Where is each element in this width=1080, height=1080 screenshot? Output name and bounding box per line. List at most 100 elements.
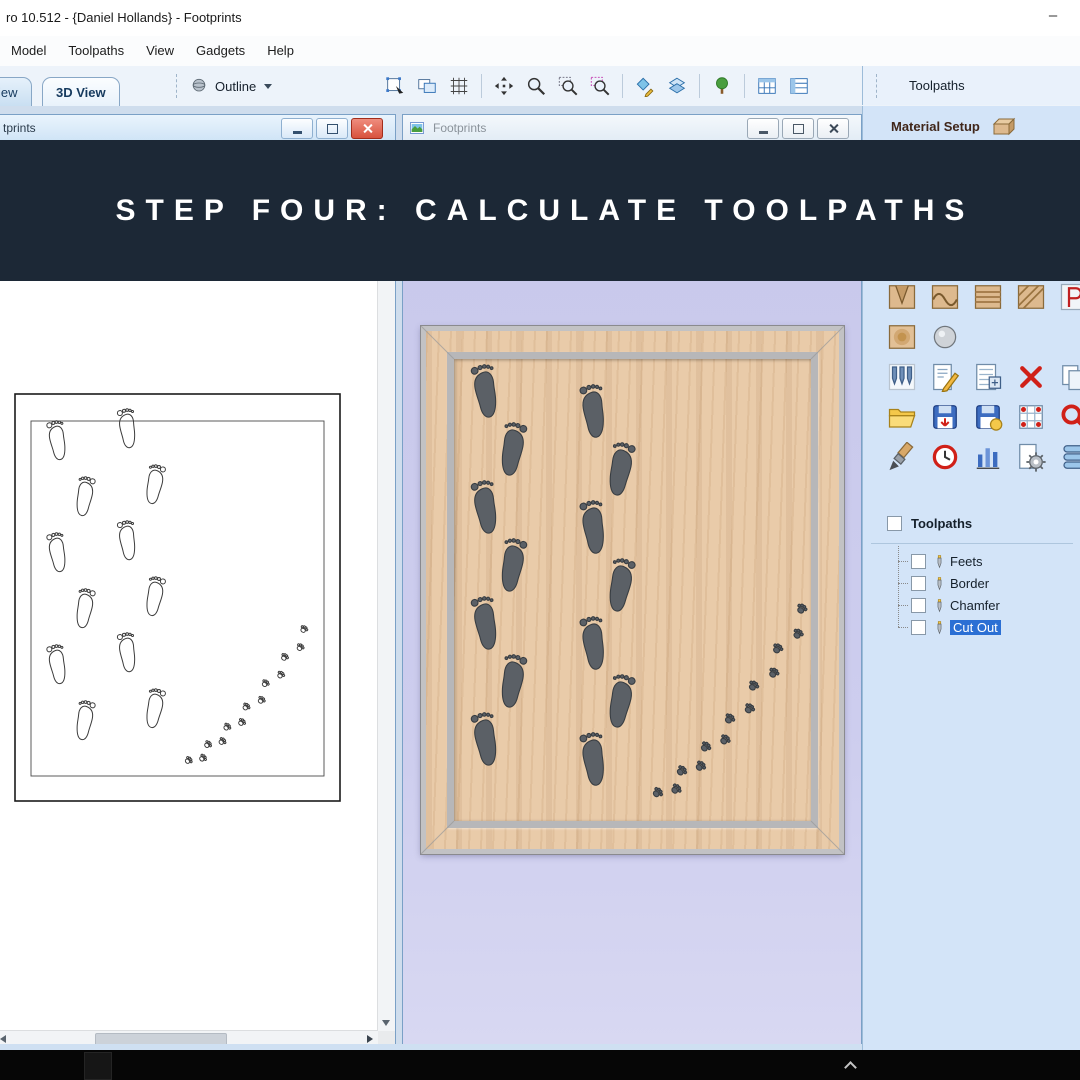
- material-setup-diamond-icon[interactable]: [632, 73, 658, 99]
- toolpath-item-chamfer[interactable]: Chamfer: [898, 594, 1001, 616]
- vcarve-toolpath-icon[interactable]: [887, 282, 917, 312]
- 2d-window-titlebar[interactable]: tprints: [0, 115, 395, 142]
- toolpaths-tree-title: Toolpaths: [911, 516, 973, 531]
- scroll-right-icon[interactable]: [367, 1035, 373, 1043]
- toolpaths-tree-header: Toolpaths: [887, 516, 972, 531]
- toolbar-separator: [622, 74, 623, 98]
- carved-wood-panel: [420, 325, 845, 855]
- preview-tree-icon[interactable]: [709, 73, 735, 99]
- 3d-window-maximize-button[interactable]: [782, 118, 814, 139]
- preview-brush-icon[interactable]: [887, 441, 917, 472]
- snap-grid-icon[interactable]: [446, 73, 472, 99]
- 3d-window-close-button[interactable]: [817, 118, 849, 139]
- toolpath-item-label: Cut Out: [950, 619, 1001, 635]
- pan-view-icon[interactable]: [491, 73, 517, 99]
- toolpaths-panel-title: Toolpaths: [909, 78, 965, 93]
- taskbar-chevron-icon[interactable]: [844, 1061, 857, 1074]
- toolpath-item-label: Feets: [950, 553, 983, 569]
- window-minimize-button[interactable]: –: [1040, 2, 1066, 28]
- 2d-window-minimize-button[interactable]: [281, 118, 313, 139]
- prism-toolpath-icon[interactable]: [930, 282, 960, 312]
- toolpath-summary-icon[interactable]: [973, 362, 1003, 392]
- menu-view[interactable]: View: [135, 36, 185, 66]
- 3d-window-titlebar[interactable]: Footprints: [403, 115, 861, 142]
- toolpaths-panel-header: Toolpaths: [862, 66, 1080, 105]
- preview-bars-icon[interactable]: [973, 442, 1003, 472]
- menu-model[interactable]: Model: [0, 36, 57, 66]
- estimate-time-icon[interactable]: [930, 442, 960, 472]
- dome-toolpath-icon[interactable]: [887, 322, 917, 352]
- tree-connector: [898, 604, 908, 606]
- drill-bit-icon: [932, 575, 947, 592]
- delete-toolpath-icon[interactable]: [1016, 362, 1046, 392]
- menubar: Model Toolpaths View Gadgets Help: [0, 36, 1080, 66]
- material-block-icon: [992, 117, 1016, 136]
- 3d-window-minimize-button[interactable]: [747, 118, 779, 139]
- save-toolpath-icon[interactable]: [930, 402, 960, 432]
- ball-toolpath-icon[interactable]: [930, 322, 960, 352]
- toolpath-template-icon[interactable]: [1016, 442, 1046, 472]
- tab-2d-view-label: iew: [0, 84, 18, 100]
- toolpath-item-cut-out[interactable]: Cut Out: [898, 616, 1001, 638]
- window-title: ro 10.512 - {Daniel Hollands} - Footprin…: [6, 10, 242, 25]
- tree-connector: [898, 626, 908, 628]
- taskbar-app-icon[interactable]: [84, 1052, 112, 1080]
- texture-toolpath-icon[interactable]: [1016, 282, 1046, 312]
- menu-gadgets[interactable]: Gadgets: [185, 36, 256, 66]
- chevron-down-icon: [264, 83, 273, 89]
- toolpath-item-label: Chamfer: [950, 597, 1000, 613]
- menu-toolpaths[interactable]: Toolpaths: [57, 36, 135, 66]
- 2d-window-maximize-button[interactable]: [316, 118, 348, 139]
- menu-help[interactable]: Help: [256, 36, 305, 66]
- scroll-down-icon[interactable]: [382, 1020, 390, 1026]
- close-icon: [362, 123, 373, 134]
- zoom-window-icon[interactable]: [555, 73, 581, 99]
- zoom-icon[interactable]: [523, 73, 549, 99]
- toolpath-checkbox[interactable]: [911, 619, 926, 635]
- toolpath-checkbox[interactable]: [911, 597, 926, 613]
- nesting-sheet-icon[interactable]: [754, 73, 780, 99]
- tree-connector: [898, 582, 908, 584]
- toolpath-operations-row: [887, 362, 1080, 393]
- tree-connector: [898, 560, 908, 562]
- transform-object-icon[interactable]: [414, 73, 440, 99]
- step-banner: STEP FOUR: CALCULATE TOOLPATHS: [0, 140, 1080, 281]
- toolpath-item-border[interactable]: Border: [898, 572, 1001, 594]
- duplicate-toolpath-icon[interactable]: [1059, 362, 1080, 392]
- save-all-toolpath-icon[interactable]: [973, 402, 1003, 432]
- outline-dropdown[interactable]: Outline: [176, 73, 273, 99]
- toolpaths-visibility-checkbox[interactable]: [887, 516, 902, 531]
- profile-toolpath-icon[interactable]: [1059, 282, 1080, 312]
- step-banner-text: STEP FOUR: CALCULATE TOOLPATHS: [115, 193, 975, 227]
- zoom-selection-icon[interactable]: [587, 73, 613, 99]
- tab-2d-view[interactable]: iew: [0, 77, 32, 106]
- panel-grip[interactable]: [876, 73, 877, 98]
- layers-icon[interactable]: [664, 73, 690, 99]
- job-sheet-icon[interactable]: [786, 73, 812, 99]
- toolbar-separator: [699, 74, 700, 98]
- close-icon: [828, 123, 839, 134]
- toolpath-checkbox[interactable]: [911, 553, 926, 569]
- toolbar-separator: [744, 74, 745, 98]
- moulding-toolpath-icon[interactable]: [973, 282, 1003, 312]
- tool-database-icon[interactable]: [1059, 442, 1080, 472]
- material-setup-label: Material Setup: [891, 118, 980, 134]
- scroll-left-icon[interactable]: [0, 1035, 6, 1043]
- toolpath-operations-row: [887, 282, 1080, 312]
- outline-dropdown-label: Outline: [215, 78, 257, 94]
- toolpaths-tree: Feets Border Chamfer Cut Out: [898, 546, 1001, 638]
- tab-3d-view[interactable]: 3D View: [42, 77, 120, 106]
- material-setup-row[interactable]: Material Setup: [891, 115, 1018, 137]
- toolpath-operations-row: [887, 322, 1080, 352]
- toolpath-item-feets[interactable]: Feets: [898, 550, 1001, 572]
- taskbar: [0, 1050, 1080, 1080]
- 2d-window-close-button[interactable]: [351, 118, 383, 139]
- toolpath-checkbox[interactable]: [911, 575, 926, 591]
- merge-toolpath-icon[interactable]: [1016, 402, 1046, 432]
- recalc-toolpath-icon[interactable]: [1059, 402, 1080, 432]
- carved-footprints: [421, 326, 844, 854]
- select-rectangle-icon[interactable]: [382, 73, 408, 99]
- edit-toolpath-icon[interactable]: [930, 362, 960, 393]
- drilling-toolpath-icon[interactable]: [887, 362, 917, 392]
- open-toolpath-icon[interactable]: [887, 402, 917, 432]
